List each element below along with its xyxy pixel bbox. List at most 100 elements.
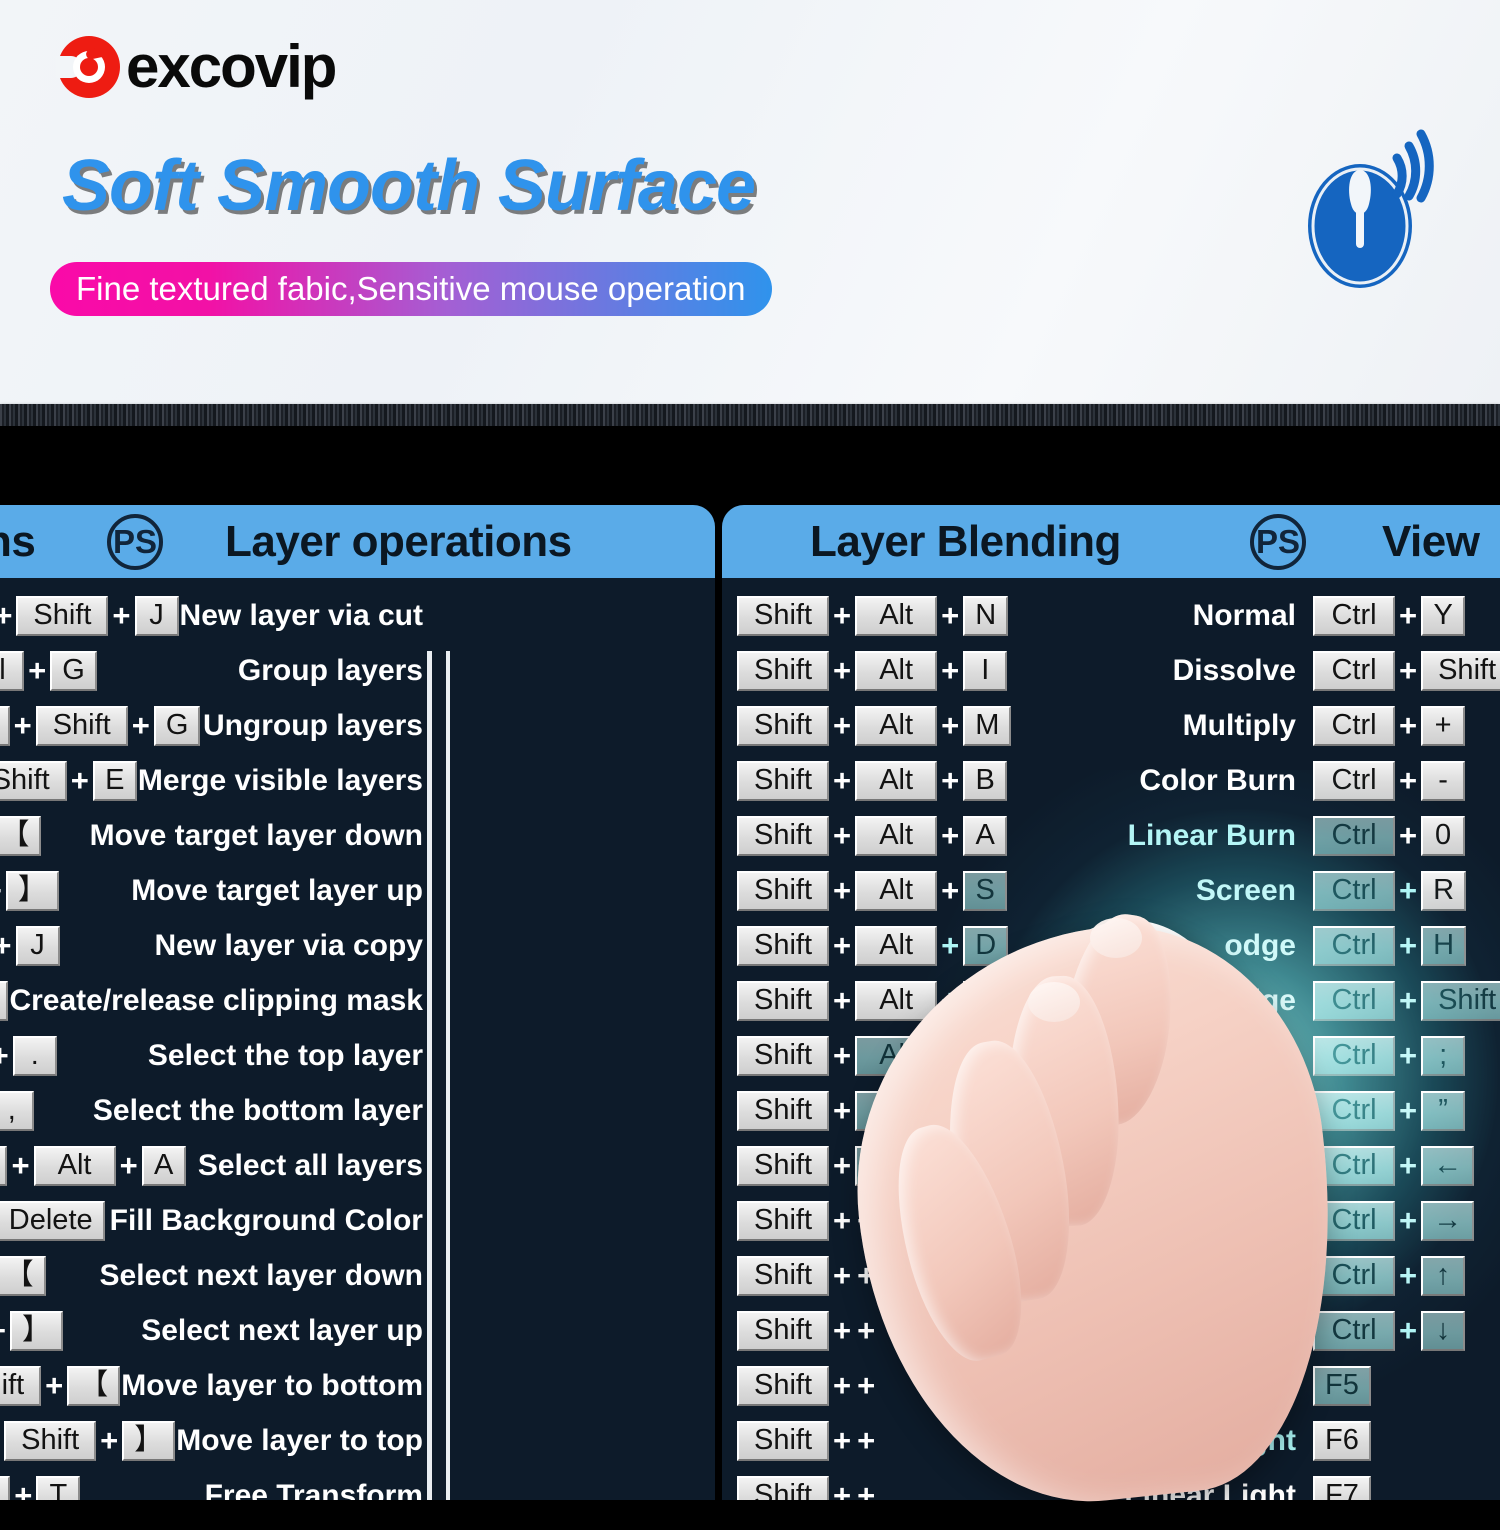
key-cap: G	[50, 650, 97, 691]
shortcut-label-right: Move layer to top	[176, 1423, 423, 1457]
key-cap: Shift	[0, 760, 67, 801]
key-combo: Shift + +	[722, 1200, 1022, 1241]
plus-separator: +	[1399, 597, 1418, 633]
key-combo: Ctrl+G	[0, 650, 238, 691]
key-combo: Shift + Alt + M	[722, 705, 1022, 746]
shortcut-row: Select AllCtrl+JNew layer via copy	[0, 918, 715, 973]
key-cap: Alt	[855, 870, 938, 911]
blend-mode-label: tion	[1241, 1148, 1296, 1182]
shortcut-label-right: Select all layers	[197, 1148, 423, 1182]
key-combo: Ctrl +”	[1312, 1090, 1500, 1131]
key-cap: Y	[1421, 595, 1466, 636]
key-cap: Ctrl	[1313, 870, 1395, 911]
key-cap: Ctrl	[1313, 815, 1395, 856]
key-cap: Alt	[855, 815, 938, 856]
shortcut-label-right: Create/release clipping mask	[9, 983, 423, 1017]
shortcut-row: Shift + Alt + B Color Burn Ctrl + -	[722, 753, 1500, 808]
blend-mode-label: Soft Light	[1156, 1313, 1296, 1347]
plus-separator: +	[941, 652, 960, 688]
plus-separator: +	[833, 1312, 852, 1348]
plus-separator: +	[833, 1147, 852, 1183]
plus-separator: +	[1399, 1312, 1418, 1348]
key-combo: Ctrl+Alt+A	[0, 1145, 198, 1186]
wireless-mouse-icon	[1308, 129, 1434, 288]
shortcut-row: Shift + + Hue Ctrl + →	[722, 1193, 1500, 1248]
shortcut-row: Shift + Alt + A Linear Burn Ctrl +0	[722, 808, 1500, 863]
key-combo: Ctrl+Shift+	[1312, 980, 1500, 1021]
key-combo: Ctrl + -	[1312, 760, 1500, 801]
plus-separator: +	[857, 1422, 876, 1458]
key-cap: ;	[1421, 1035, 1466, 1076]
key-cap: Shift	[737, 925, 829, 966]
plus-separator: +	[119, 1147, 138, 1183]
product-header-banner: excovip Soft Smooth Surface Fine texture…	[0, 0, 1500, 404]
shortcut-panel-layer-operations: ns PS Layer operations UndoCtrl+Shift+JN…	[0, 505, 715, 1500]
ps-badge-right: PS	[1250, 513, 1306, 570]
key-cap: ↓	[1421, 1310, 1466, 1351]
plus-separator: +	[908, 1147, 928, 1183]
key-cap: Ctrl	[1313, 1145, 1395, 1186]
shortcut-row: Shift + Alt + N Normal Ctrl + Y	[722, 588, 1500, 643]
key-cap: 【	[0, 815, 42, 856]
key-combo: Alt+】	[0, 1310, 141, 1351]
key-combo: Ctrl +0	[1312, 815, 1500, 856]
key-combo: Alt+.	[0, 1035, 148, 1076]
mousepad-stitched-edge	[0, 404, 1500, 426]
shortcut-row: Shift + Alt + Dodge Ctrl + H	[722, 918, 1500, 973]
shortcut-row: Shift + Al + tion Ctrl + ←	[722, 1138, 1500, 1193]
brand-name: excovip	[126, 33, 337, 100]
shortcut-label-right: Move target layer down	[89, 818, 423, 852]
blend-mode-label: Multiply	[1182, 708, 1296, 742]
shortcut-row: RedoCtrl+GGroup layers	[0, 643, 715, 698]
panel-body-left: UndoCtrl+Shift+JNew layer via cutRedoCtr…	[0, 578, 715, 1500]
panel-body-right: Shift + Alt + N Normal Ctrl + Y Shift + Alt + I Dissol…	[722, 578, 1500, 1500]
plus-separator: +	[14, 1477, 33, 1501]
key-cap: Shift	[737, 595, 829, 636]
shortcut-row: Shift + + Vivid Light F6	[722, 1413, 1500, 1468]
key-combo: Shift + +	[722, 1420, 1022, 1461]
plus-separator: +	[833, 982, 852, 1018]
key-combo: Ctrl+Shift+G	[0, 705, 203, 746]
plus-separator: +	[833, 927, 852, 963]
shortcut-row: Shift + Alt + lix Ctrl +”	[722, 1083, 1500, 1138]
key-cap: N	[963, 595, 1009, 636]
shortcut-row: ReselectCtrl+Shift+【Move layer to bottom	[0, 1358, 715, 1413]
key-cap: Shift	[737, 650, 829, 691]
shortcut-row: en layersAlt+.Select the top layer	[0, 1028, 715, 1083]
plus-separator: +	[833, 1257, 852, 1293]
plus-separator: +	[1399, 707, 1418, 743]
plus-separator: +	[833, 1477, 852, 1501]
key-cap: Delete	[0, 1200, 105, 1241]
key-cap: M	[963, 705, 1012, 746]
key-combo: Shift + +	[722, 1310, 1022, 1351]
shortcut-label-right: New layer via cut	[179, 598, 423, 632]
key-combo: Ctrl+Shift+】	[0, 1420, 176, 1461]
key-combo: F5	[1312, 1365, 1500, 1406]
key-cap: Ctrl	[1313, 1035, 1395, 1076]
key-cap: Shift	[737, 1090, 829, 1131]
plus-separator: +	[1399, 1257, 1418, 1293]
key-combo: Alt+,	[0, 1090, 93, 1131]
key-cap: E	[92, 760, 137, 801]
key-combo: Ctrl + H	[1312, 925, 1500, 966]
plus-separator: +	[1399, 872, 1418, 908]
key-combo: Ctrl+Alt+G	[0, 980, 9, 1021]
key-cap: Ctrl	[1313, 595, 1395, 636]
key-cap: Ctrl	[1313, 1255, 1395, 1296]
key-cap: B	[963, 760, 1008, 801]
key-cap: Shift	[737, 980, 829, 1021]
shortcut-row: Shift + Alt + M Multiply Ctrl + +	[722, 698, 1500, 753]
plus-separator: +	[131, 707, 150, 743]
key-cap: Shift	[737, 815, 829, 856]
plus-separator: +	[941, 1092, 960, 1128]
blend-mode-label: Linear Burn	[1127, 818, 1296, 852]
key-cap: Ctrl	[1313, 1200, 1395, 1241]
brand-logo: excovip	[56, 33, 337, 100]
subtitle-badge: Fine textured fabic,Sensitive mouse oper…	[50, 262, 772, 316]
key-cap: Shift	[16, 595, 109, 636]
key-combo: Shift + Alt + A	[722, 815, 1022, 856]
plus-separator: +	[833, 1422, 852, 1458]
blend-mode-label: Normal	[1192, 598, 1296, 632]
key-cap: Shift	[737, 1255, 829, 1296]
plus-separator: +	[941, 597, 960, 633]
